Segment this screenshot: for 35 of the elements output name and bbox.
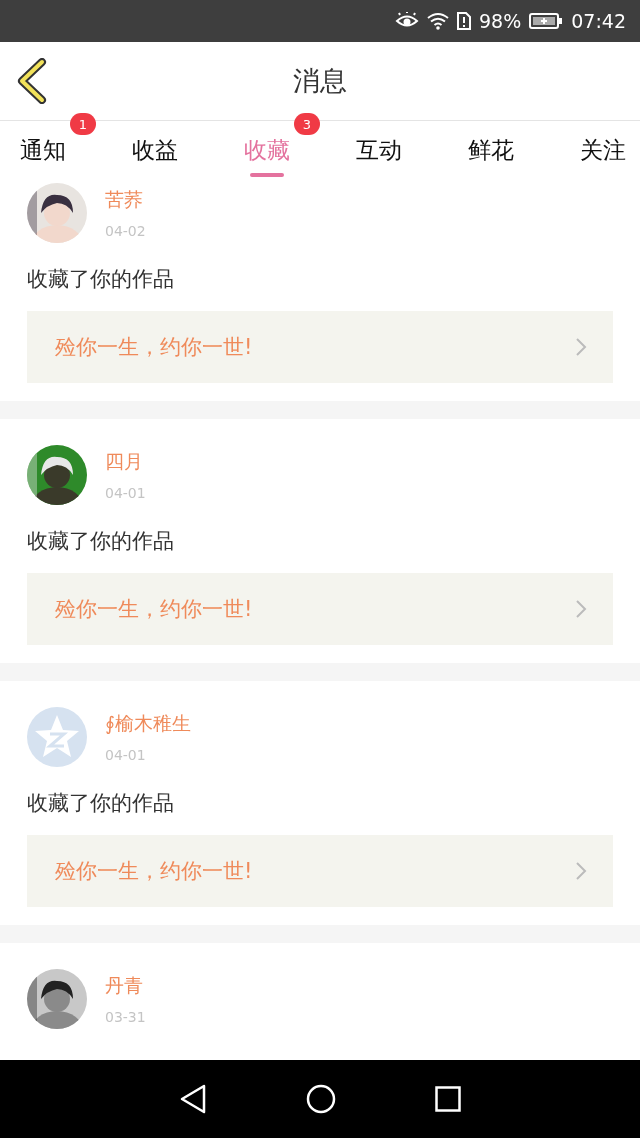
message-text: 收藏了你的作品 [27,528,175,555]
user-name[interactable]: 四月 [105,449,146,475]
default-avatar-icon [27,707,87,767]
tab[interactable]: 互动 [352,135,406,179]
tab[interactable]: 收藏 [240,135,294,179]
tab[interactable]: 鲜花 [464,135,518,179]
count-badge: 3 [294,113,320,135]
chevron-right-icon [575,861,587,881]
user-name[interactable]: 苦荞 [105,187,146,213]
message-text: 收藏了你的作品 [27,790,175,817]
back-nav-button[interactable] [179,1084,208,1114]
sim-alert-icon [457,12,471,30]
tab[interactable]: 收益 [128,135,182,179]
tab[interactable]: 通知 [16,135,70,179]
battery-percent: 98% [479,10,522,32]
message-date: 03-31 [105,1009,146,1025]
battery-icon [529,12,564,30]
tab[interactable]: 关注 [576,135,630,179]
message-date: 04-01 [105,747,147,763]
user-name[interactable]: ∮榆木稚生 [105,711,191,737]
recents-button[interactable] [434,1086,461,1112]
home-button[interactable] [306,1084,336,1114]
work-card[interactable]: 殓你一生，约你一世! [27,311,613,383]
work-card[interactable]: 殓你一生，约你一世! [27,573,613,645]
message-text: 收藏了你的作品 [27,266,175,293]
work-card[interactable]: 殓你一生，约你一世! [27,835,613,907]
message-date: 04-01 [105,485,146,501]
user-name[interactable]: 丹青 [105,973,146,999]
wifi-icon [427,12,449,30]
page-title: 消息 [293,64,347,98]
chevron-right-icon [575,337,587,357]
count-badge: 1 [70,113,96,135]
message-date: 04-02 [105,223,146,239]
chevron-right-icon [575,599,587,619]
clock: 07:42 [571,10,626,32]
